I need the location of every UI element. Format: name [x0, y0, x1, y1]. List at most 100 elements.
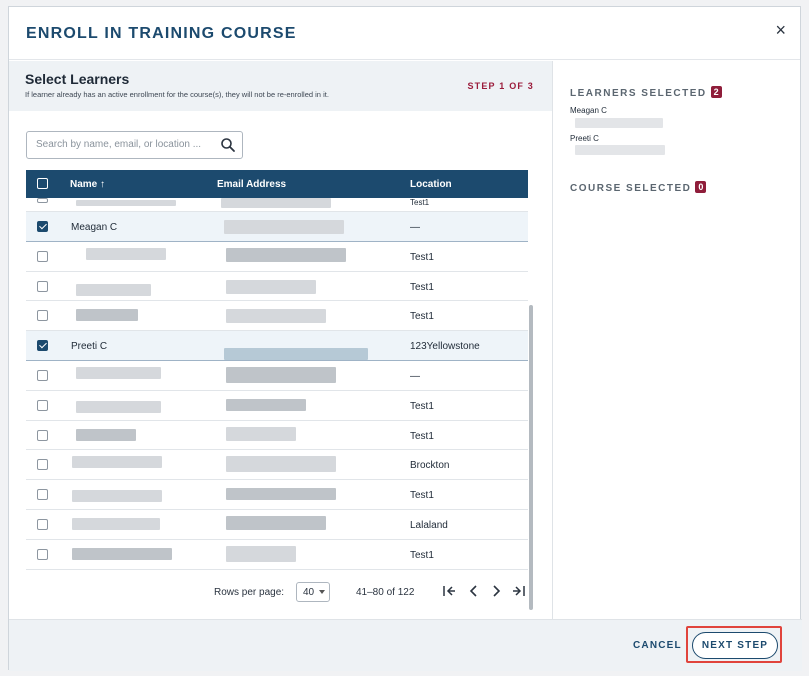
- table-row[interactable]: Preeti C 123Yellowstone: [26, 331, 528, 361]
- table-row[interactable]: Test1: [26, 301, 528, 332]
- redacted-name: [76, 283, 151, 296]
- location-cell: Lalaland: [410, 519, 448, 531]
- next-page-icon[interactable]: [488, 583, 504, 599]
- select-learners-subtitle: If learner already has an active enrollm…: [25, 90, 329, 99]
- table-body: Test1 Meagan C — Test1 Test1 Test1 Preet…: [26, 198, 528, 574]
- redacted-email: [226, 279, 316, 294]
- search-icon[interactable]: [220, 137, 236, 153]
- column-header-name[interactable]: Name ↑: [70, 179, 105, 190]
- search-input[interactable]: [36, 139, 216, 150]
- row-checkbox[interactable]: [37, 548, 48, 560]
- next-step-button[interactable]: NEXT STEP: [692, 632, 778, 659]
- select-all-checkbox[interactable]: [37, 178, 48, 189]
- redacted-email: [226, 456, 336, 473]
- rows-per-page-value: 40: [303, 587, 315, 598]
- redacted-name: [76, 428, 136, 441]
- redacted-name: [76, 366, 161, 379]
- redacted-email: [226, 247, 346, 262]
- select-learners-title: Select Learners: [25, 71, 130, 87]
- table-row[interactable]: Test1: [26, 271, 528, 302]
- location-cell: —: [410, 370, 420, 382]
- step-indicator: STEP 1 OF 3: [467, 81, 534, 91]
- first-page-icon[interactable]: [441, 583, 457, 599]
- location-cell: Test1: [410, 281, 434, 293]
- selected-learner: Preeti C: [570, 134, 599, 143]
- redacted-email: [226, 398, 306, 411]
- location-cell: Test1: [410, 198, 430, 207]
- previous-page-icon[interactable]: [466, 583, 482, 599]
- location-cell: Test1: [410, 490, 434, 502]
- enroll-modal: ENROLL IN TRAINING COURSE × Select Learn…: [8, 6, 802, 671]
- modal-footer: CANCEL NEXT STEP: [9, 619, 802, 671]
- row-checkbox[interactable]: [37, 429, 48, 441]
- redacted-email: [226, 366, 336, 383]
- redacted-email: [226, 488, 336, 501]
- location-cell: Brockton: [410, 460, 450, 472]
- search-box: [26, 131, 243, 159]
- location-cell: Test1: [410, 251, 434, 263]
- table-row[interactable]: Test1: [26, 420, 528, 451]
- row-checkbox[interactable]: [37, 518, 48, 530]
- redacted-name: [76, 309, 138, 322]
- location-cell: —: [410, 222, 420, 233]
- row-checkbox[interactable]: [37, 340, 48, 352]
- redacted-email: [226, 426, 296, 441]
- redacted-name: [86, 247, 166, 260]
- table-scrollbar[interactable]: [529, 305, 533, 610]
- location-cell: Test1: [410, 400, 434, 412]
- row-checkbox[interactable]: [37, 280, 48, 292]
- table-row[interactable]: Test1: [26, 241, 528, 272]
- pagination: Rows per page: 40 41–80 of 122: [26, 579, 528, 605]
- redacted-learner-detail: [575, 118, 663, 128]
- redacted-name: [76, 400, 161, 413]
- row-checkbox[interactable]: [37, 310, 48, 322]
- last-page-icon[interactable]: [511, 583, 527, 599]
- table-row[interactable]: Lalaland: [26, 509, 528, 540]
- learners-selected-label: LEARNERS SELECTED: [570, 88, 707, 99]
- redacted-email: [226, 545, 296, 562]
- location-cell: 123Yellowstone: [410, 341, 480, 353]
- learners-selected-heading: LEARNERS SELECTED 2: [570, 86, 722, 99]
- redacted-learner-detail: [575, 145, 665, 155]
- column-header-email[interactable]: Email Address: [217, 179, 286, 190]
- row-checkbox[interactable]: [37, 198, 48, 203]
- redacted-email: [224, 348, 368, 361]
- modal-header: ENROLL IN TRAINING COURSE ×: [9, 7, 800, 60]
- cancel-button[interactable]: CANCEL: [633, 640, 682, 651]
- rows-per-page-select[interactable]: 40: [296, 582, 330, 602]
- row-checkbox[interactable]: [37, 369, 48, 381]
- table-row[interactable]: Test1: [26, 198, 528, 212]
- location-cell: Test1: [410, 311, 434, 323]
- row-checkbox[interactable]: [37, 489, 48, 501]
- redacted-name: [72, 456, 162, 469]
- course-count-badge: 0: [695, 181, 707, 193]
- redacted-name: [72, 490, 162, 503]
- pagination-range: 41–80 of 122: [356, 587, 415, 598]
- table-row[interactable]: Meagan C —: [26, 212, 528, 242]
- row-checkbox[interactable]: [37, 399, 48, 411]
- table-header: Name ↑ Email Address Location: [26, 170, 528, 198]
- redacted-name: [72, 547, 172, 560]
- caret-down-icon: [319, 590, 325, 594]
- learner-selection-pane: Select Learners If learner already has a…: [9, 61, 552, 619]
- redacted-name: [72, 517, 160, 530]
- table-row[interactable]: Test1: [26, 480, 528, 510]
- table-row[interactable]: Test1: [26, 390, 528, 421]
- redacted-name: [76, 200, 176, 206]
- row-checkbox[interactable]: [37, 221, 48, 232]
- close-button[interactable]: ×: [775, 21, 786, 39]
- course-selected-heading: COURSE SELECTED 0: [570, 181, 707, 194]
- modal-title: ENROLL IN TRAINING COURSE: [26, 25, 297, 42]
- name-cell: Preeti C: [71, 341, 108, 353]
- table-row[interactable]: Test1: [26, 539, 528, 570]
- location-cell: Test1: [410, 430, 434, 442]
- row-checkbox[interactable]: [37, 250, 48, 262]
- row-checkbox[interactable]: [37, 459, 48, 471]
- table-row[interactable]: Brockton: [26, 450, 528, 481]
- learners-count-badge: 2: [710, 86, 722, 98]
- redacted-email: [226, 309, 326, 324]
- column-header-location[interactable]: Location: [410, 179, 452, 190]
- table-row[interactable]: —: [26, 360, 528, 391]
- name-cell: Meagan C: [71, 222, 118, 233]
- redacted-email: [224, 220, 344, 234]
